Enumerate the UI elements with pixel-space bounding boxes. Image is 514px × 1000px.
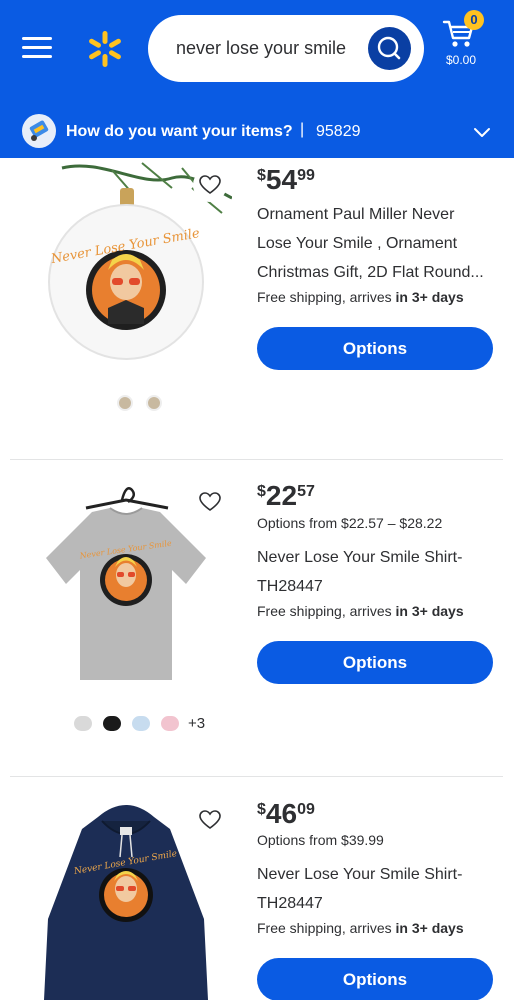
shipping-prefix: Free shipping, arrives bbox=[257, 603, 396, 619]
shipping-eta: in 3+ days bbox=[395, 920, 464, 936]
price: $4609 bbox=[257, 798, 315, 830]
color-swatch-light-blue[interactable] bbox=[132, 716, 150, 731]
favorite-button[interactable] bbox=[193, 803, 227, 837]
product-card: Never Lose Your Smile $4609 Options from… bbox=[0, 777, 514, 1000]
price-cents: 57 bbox=[297, 483, 315, 500]
cart-count-badge: 0 bbox=[464, 10, 484, 30]
more-swatches[interactable]: +3 bbox=[188, 715, 205, 732]
heart-icon bbox=[199, 492, 221, 511]
cart-total: $0.00 bbox=[446, 53, 477, 67]
ornament-variant-thumb[interactable] bbox=[117, 395, 133, 411]
color-swatch-black[interactable] bbox=[103, 716, 121, 731]
price-currency: $ bbox=[257, 167, 266, 184]
shipping-prefix: Free shipping, arrives bbox=[257, 289, 396, 305]
options-button[interactable]: Options bbox=[257, 641, 493, 684]
shipping-info: Free shipping, arrives in 3+ days bbox=[257, 289, 464, 305]
delivery-question: How do you want your items? bbox=[66, 123, 293, 140]
product-card: Never Lose Your Smile +3 $2257 Options f… bbox=[0, 460, 514, 775]
product-title[interactable]: Never Lose Your Smile Shirt-TH28447 bbox=[257, 543, 493, 601]
shipping-eta: in 3+ days bbox=[395, 603, 464, 619]
delivery-separator: | bbox=[300, 121, 305, 138]
heart-icon bbox=[199, 810, 221, 829]
header: 0 $0.00 How do you want your items? | 95… bbox=[0, 0, 514, 158]
menu-icon[interactable] bbox=[22, 36, 52, 60]
price-currency: $ bbox=[257, 801, 266, 818]
options-price-range: Options from $22.57 – $28.22 bbox=[257, 515, 443, 531]
price-cents: 09 bbox=[297, 801, 315, 818]
price-dollars: 22 bbox=[265, 480, 298, 511]
price: $2257 bbox=[257, 480, 315, 512]
shipping-prefix: Free shipping, arrives bbox=[257, 920, 396, 936]
delivery-truck-icon bbox=[22, 114, 56, 148]
options-button[interactable]: Options bbox=[257, 327, 493, 370]
search-button[interactable] bbox=[368, 27, 411, 70]
search-icon bbox=[377, 36, 401, 60]
favorite-button[interactable] bbox=[193, 168, 227, 202]
chevron-down-icon bbox=[474, 128, 490, 137]
delivery-zip: 95829 bbox=[316, 123, 361, 140]
ornament-variant-thumb[interactable] bbox=[146, 395, 162, 411]
top-bar: 0 $0.00 bbox=[0, 0, 514, 98]
walmart-spark-logo[interactable] bbox=[86, 30, 124, 68]
price-currency: $ bbox=[257, 483, 266, 500]
product-title[interactable]: Ornament Paul Miller Never Lose Your Smi… bbox=[257, 200, 493, 287]
options-button[interactable]: Options bbox=[257, 958, 493, 1000]
product-title[interactable]: Never Lose Your Smile Shirt-TH28447 bbox=[257, 860, 493, 918]
shipping-info: Free shipping, arrives in 3+ days bbox=[257, 920, 464, 936]
search-bar bbox=[148, 15, 424, 82]
shipping-eta: in 3+ days bbox=[395, 289, 464, 305]
color-swatch-light-gray[interactable] bbox=[74, 716, 92, 731]
shipping-info: Free shipping, arrives in 3+ days bbox=[257, 603, 464, 619]
options-price-range: Options from $39.99 bbox=[257, 832, 384, 848]
favorite-button[interactable] bbox=[193, 485, 227, 519]
price-dollars: 54 bbox=[265, 164, 298, 195]
price-cents: 99 bbox=[297, 167, 315, 184]
color-swatch-pink[interactable] bbox=[161, 716, 179, 731]
product-card: Never Lose Your Smile $5499 Ornament Pau… bbox=[0, 158, 514, 458]
heart-icon bbox=[199, 175, 221, 194]
search-input[interactable] bbox=[176, 33, 366, 63]
price: $5499 bbox=[257, 164, 315, 196]
price-dollars: 46 bbox=[265, 798, 298, 829]
delivery-selector[interactable]: How do you want your items? | 95829 bbox=[0, 104, 514, 158]
cart-button[interactable]: 0 $0.00 bbox=[442, 10, 504, 74]
